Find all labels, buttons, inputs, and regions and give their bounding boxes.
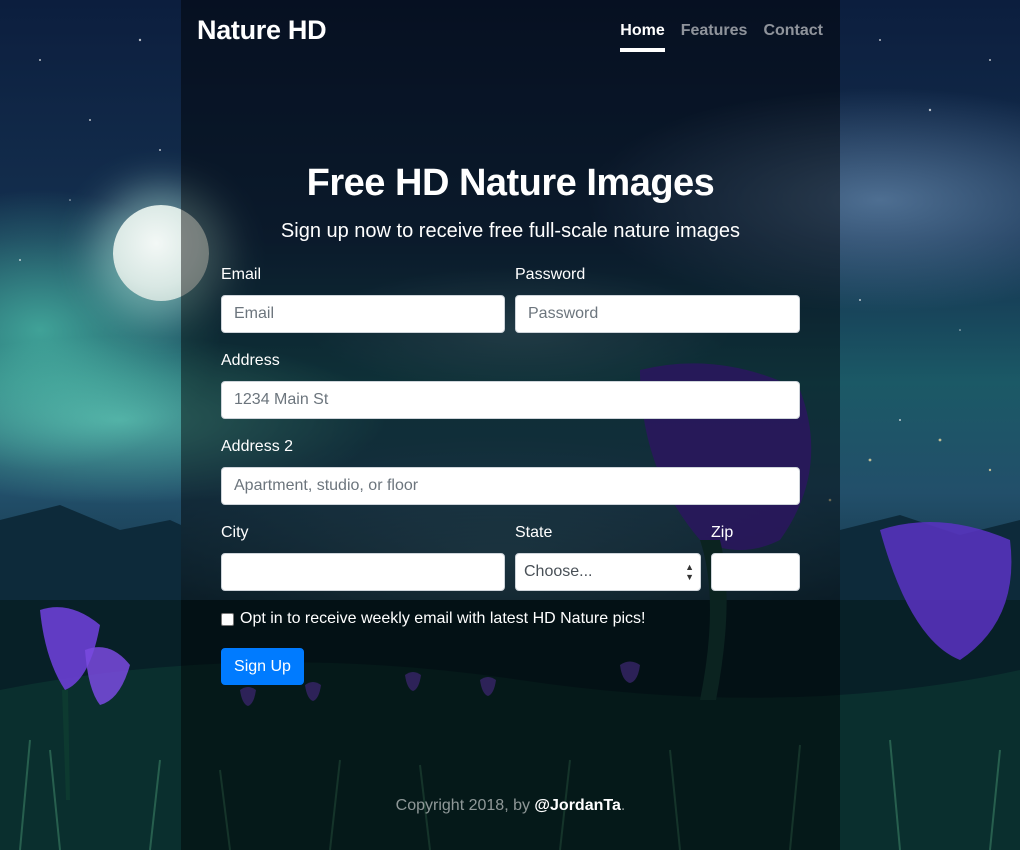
password-label: Password bbox=[515, 266, 586, 283]
hero-subtitle: Sign up now to receive free full-scale n… bbox=[280, 220, 741, 242]
zip-input[interactable] bbox=[711, 553, 800, 591]
password-input[interactable] bbox=[515, 295, 800, 333]
opt-in-label[interactable]: Opt in to receive weekly email with late… bbox=[240, 610, 645, 628]
nav-link-contact[interactable]: Contact bbox=[763, 22, 823, 52]
footer: Copyright 2018, by @JordanTa. bbox=[181, 797, 840, 815]
main-nav: Home Features Contact bbox=[620, 22, 823, 52]
address-input[interactable] bbox=[221, 381, 800, 419]
copyright-text: Copyright 2018, by bbox=[395, 797, 535, 814]
brand-logo[interactable]: Nature HD bbox=[197, 15, 327, 46]
address2-label: Address 2 bbox=[221, 438, 294, 455]
sign-up-button[interactable]: Sign Up bbox=[221, 648, 304, 685]
opt-in-checkbox[interactable] bbox=[221, 612, 234, 626]
zip-label: Zip bbox=[711, 524, 734, 541]
address-label: Address bbox=[221, 352, 280, 369]
email-input[interactable] bbox=[221, 295, 505, 333]
state-select[interactable]: Choose... ▲ ▼ bbox=[515, 553, 701, 591]
nav-link-home[interactable]: Home bbox=[620, 22, 665, 52]
author-link[interactable]: @JordanTa bbox=[534, 797, 620, 814]
select-arrows-icon: ▲ ▼ bbox=[685, 562, 694, 582]
hero-title: Free HD Nature Images bbox=[306, 162, 715, 204]
opt-in-row: Opt in to receive weekly email with late… bbox=[221, 610, 645, 628]
email-label: Email bbox=[221, 266, 262, 283]
city-input[interactable] bbox=[221, 553, 505, 591]
copyright-period: . bbox=[620, 797, 626, 814]
content-overlay-panel bbox=[181, 0, 840, 850]
city-label: City bbox=[221, 524, 249, 541]
state-label: State bbox=[515, 524, 553, 541]
nav-link-features[interactable]: Features bbox=[681, 22, 748, 52]
address2-input[interactable] bbox=[221, 467, 800, 505]
state-select-value: Choose... bbox=[524, 563, 593, 580]
